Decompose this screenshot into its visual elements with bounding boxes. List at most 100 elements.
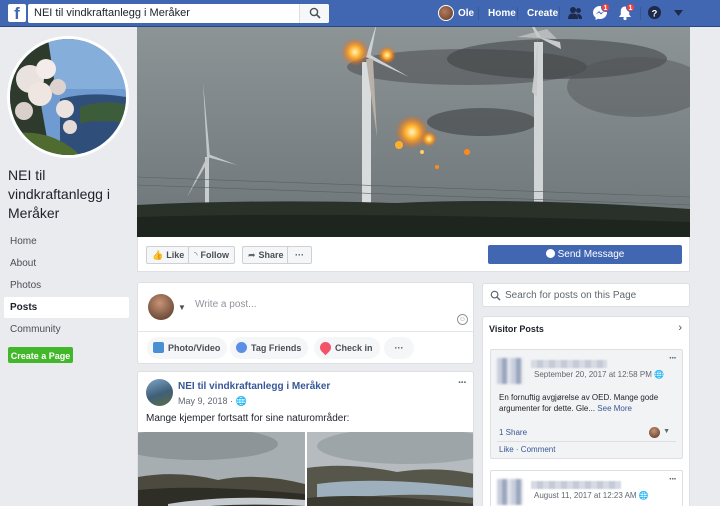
post-author-name[interactable]: NEI til vindkraftanlegg i Meråker [178,381,330,392]
nav-divider [517,7,518,20]
search-posts-input[interactable]: Search for posts on this Page [482,283,690,307]
post-author-avatar[interactable] [146,379,173,406]
visitor-post-date[interactable]: August 11, 2017 at 12:23 AM 🌐 [534,491,649,500]
globe-icon: 🌐 [638,491,649,500]
caret-down-icon[interactable] [674,10,683,16]
home-link[interactable]: Home [488,0,516,27]
post-text: Mange kjemper fortsatt for sine naturomr… [146,413,350,424]
visitor-post-divider [497,441,676,442]
page-post: NEI til vindkraftanlegg i Meråker May 9,… [137,371,474,506]
page-left-navigation: Home About Photos Posts Community [4,231,129,341]
more-actions-button[interactable]: ··· [287,246,312,264]
tag-friends-icon [236,342,247,353]
check-in-button[interactable]: Check in [314,337,380,359]
friends-icon[interactable] [567,5,583,21]
photo-icon [153,342,164,353]
visitor-posts-header[interactable]: Visitor Posts [489,324,544,334]
composer-divider [138,331,473,332]
page-profile-picture[interactable] [7,36,129,158]
composer-more-button[interactable]: ··· [384,337,414,359]
composer-avatar[interactable] [148,294,174,320]
nav-divider [478,7,479,20]
user-avatar[interactable] [438,5,454,21]
emoji-icon[interactable]: ☺ [457,314,468,325]
visitor-post-date-text: September 20, 2017 at 12:58 PM [534,370,652,379]
share-count-link[interactable]: 1 Share [499,428,527,437]
see-more-link[interactable]: See More [597,404,632,413]
send-message-button[interactable]: Send Message [488,245,682,264]
comment-link[interactable]: Comment [521,445,556,454]
messenger-small-icon [545,249,555,258]
location-pin-icon [317,339,334,356]
landscape-photo-1 [138,432,305,506]
photo-video-label: Photo/Video [168,343,221,353]
burning-wind-turbines-image [137,27,690,237]
landscape-photo-2 [307,432,473,506]
left-nav-posts[interactable]: Posts [4,297,129,318]
visitor-post: August 11, 2017 at 12:23 AM 🌐 ··· [490,470,683,506]
page-title[interactable]: NEI til vindkraftanlegg i Meråker [8,166,128,223]
cover-photo[interactable] [137,27,690,237]
create-link[interactable]: Create [527,0,558,27]
follow-page-button[interactable]: ◝ Follow [188,246,235,264]
nav-divider [559,7,560,20]
facebook-logo-icon[interactable]: f [8,4,26,22]
visitor-post-actions: Like · Comment [499,445,556,454]
photo-video-button[interactable]: Photo/Video [147,337,228,359]
nav-divider [640,7,641,20]
blurred-author-name[interactable] [531,360,607,368]
follow-label: Follow [200,250,230,260]
blurred-avatar[interactable] [497,358,523,384]
search-icon [309,7,321,19]
caret-down-icon[interactable]: ▼ [178,303,186,312]
like-link[interactable]: Like [499,445,514,454]
help-icon[interactable]: ? [647,5,662,20]
tag-friends-button[interactable]: Tag Friends [230,337,309,359]
post-options-icon[interactable]: ··· [458,377,467,389]
visitor-post: September 20, 2017 at 12:58 PM 🌐 ··· En … [490,349,683,459]
post-image-left[interactable] [138,432,305,506]
like-label: Like [166,250,185,260]
messages-badge: 1 [601,3,610,12]
notifications-badge: 1 [626,3,635,12]
svg-text:?: ? [652,8,658,18]
share-label: Share [258,250,284,260]
tag-friends-label: Tag Friends [251,343,302,353]
sharer-avatar[interactable] [649,427,660,438]
blurred-author-name[interactable] [531,481,621,489]
send-message-label: Send Message [557,249,625,260]
visitor-post-options-icon[interactable]: ··· [669,353,677,364]
rss-icon: ◝ [194,250,198,260]
search-button[interactable] [299,4,329,23]
globe-icon: 🌐 [235,396,247,406]
left-nav-community[interactable]: Community [4,319,129,340]
search-input-value: NEI til vindkraftanlegg i Meråker [34,7,190,19]
visitor-post-body: En fornuftig avgjørelse av OED. Mange go… [499,393,659,413]
share-page-button[interactable]: ➦ Share [242,246,290,264]
create-page-button[interactable]: Create a Page [8,347,73,363]
share-arrow-icon: ➦ [248,250,256,260]
user-name-link[interactable]: Ole [458,0,474,27]
visitor-post-date-text: August 11, 2017 at 12:23 AM [534,491,637,500]
visitor-post-options-icon[interactable]: ··· [669,474,677,485]
page-action-bar: 👍 Like ◝ Follow ➦ Share ··· Send Message [137,237,690,272]
post-image-right[interactable] [307,432,473,506]
chevron-right-icon[interactable]: › [678,322,682,334]
visitor-post-text: En fornuftig avgjørelse av OED. Mange go… [499,392,679,414]
post-date-text: May 9, 2018 · [178,396,234,406]
like-page-button[interactable]: 👍 Like [146,246,191,264]
search-input[interactable]: NEI til vindkraftanlegg i Meråker [28,4,329,23]
thumbs-up-icon: 👍 [152,250,164,260]
check-in-label: Check in [335,343,373,353]
blurred-avatar[interactable] [497,479,523,505]
top-navigation-bar: f NEI til vindkraftanlegg i Meråker Ole … [0,0,720,27]
globe-icon: 🌐 [654,370,665,379]
left-nav-about[interactable]: About [4,253,129,274]
post-date[interactable]: May 9, 2018 · 🌐 [178,396,247,407]
caret-down-icon[interactable]: ▼ [663,428,670,435]
profile-photo-image [10,39,126,155]
visitor-post-date[interactable]: September 20, 2017 at 12:58 PM 🌐 [534,370,664,379]
left-nav-photos[interactable]: Photos [4,275,129,296]
left-nav-home[interactable]: Home [4,231,129,252]
write-post-input[interactable]: Write a post... [195,299,257,310]
